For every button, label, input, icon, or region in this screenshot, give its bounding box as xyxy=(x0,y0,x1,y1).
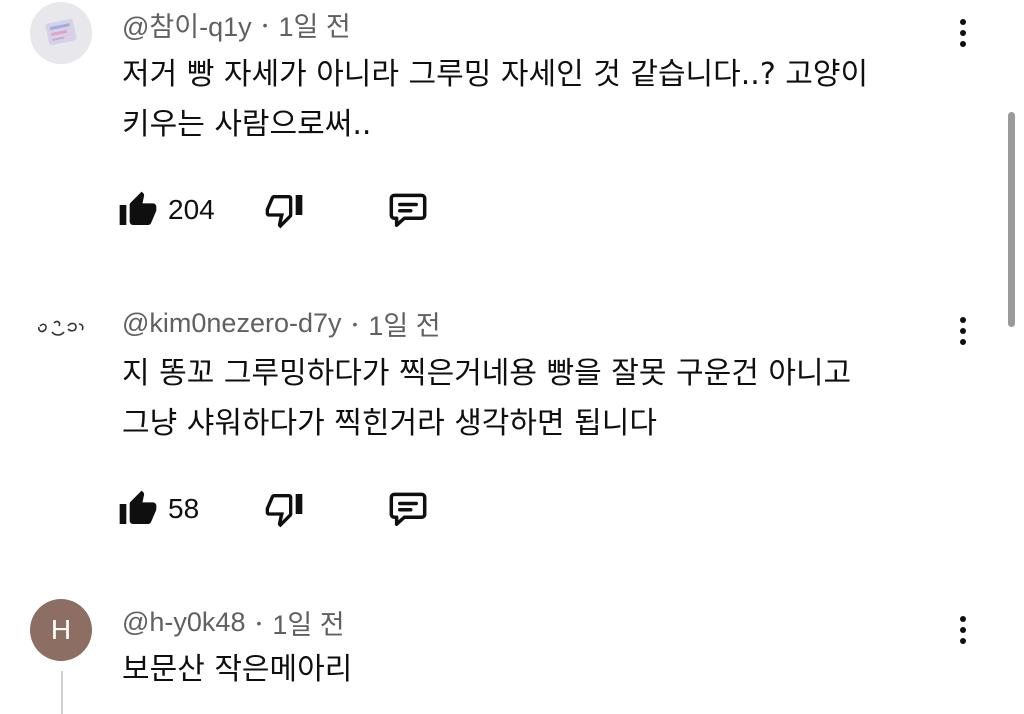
comment-meta: @kim0nezero-d7y • 1일 전 xyxy=(122,304,441,343)
scrollbar[interactable] xyxy=(1008,112,1015,327)
photo-avatar-icon xyxy=(30,2,92,64)
reply-thread-line xyxy=(61,671,63,714)
avatar[interactable] xyxy=(30,2,92,64)
comment-text-line: 키우는 사람으로써.. xyxy=(122,107,372,142)
avatar[interactable] xyxy=(30,299,92,361)
like-button[interactable]: 204 xyxy=(118,185,215,235)
like-count: 204 xyxy=(168,194,215,225)
comment-time: 1일 전 xyxy=(272,610,345,640)
sketch-face-avatar-icon xyxy=(38,320,84,336)
like-count: 58 xyxy=(168,493,200,524)
thumbs-down-icon xyxy=(265,494,303,528)
reply-comment-icon xyxy=(389,492,427,526)
more-vert-icon[interactable] xyxy=(950,610,976,650)
avatar-letter: H xyxy=(50,614,72,645)
thumbs-up-icon xyxy=(119,191,157,225)
comment-text: 저거 빵 자세가 아니라 그루밍 자세인 것 같습니다..? 고양이 키우는 사… xyxy=(122,50,962,150)
author-handle[interactable]: @h-y0k48 xyxy=(122,607,245,638)
comment-meta: @참이-q1y • 1일 전 xyxy=(122,5,351,44)
separator-dot: • xyxy=(352,315,358,332)
more-vert-icon[interactable] xyxy=(950,13,976,53)
more-vert-icon[interactable] xyxy=(950,311,976,351)
separator-dot: • xyxy=(256,614,262,631)
comment-actions: 58 xyxy=(118,484,458,534)
dislike-button[interactable] xyxy=(264,185,304,235)
comment-text: 지 똥꼬 그루밍하다가 찍은거네용 빵을 잘못 구운건 아니고 그냥 샤워하다가… xyxy=(122,349,962,449)
comment-text: 보문산 작은메아리 xyxy=(122,645,962,695)
comment-actions: 204 xyxy=(118,185,458,235)
author-handle[interactable]: @참이-q1y xyxy=(122,5,252,44)
reply-button[interactable] xyxy=(386,185,430,235)
like-button[interactable]: 58 xyxy=(118,484,199,534)
comment-text-line: 그냥 샤워하다가 찍힌거라 생각하면 됩니다 xyxy=(122,406,657,441)
reply-comment-icon xyxy=(389,193,427,227)
author-handle[interactable]: @kim0nezero-d7y xyxy=(122,308,342,339)
avatar[interactable]: H xyxy=(30,599,92,661)
comment-time: 1일 전 xyxy=(368,311,441,341)
dislike-button[interactable] xyxy=(264,484,304,534)
comment-text-line: 저거 빵 자세가 아니라 그루밍 자세인 것 같습니다..? 고양이 xyxy=(122,57,869,92)
thumbs-down-icon xyxy=(265,195,303,229)
comment-text-line: 지 똥꼬 그루밍하다가 찍은거네용 빵을 잘못 구운건 아니고 xyxy=(122,356,852,391)
comment-text-line: 보문산 작은메아리 xyxy=(122,652,353,687)
reply-button[interactable] xyxy=(386,484,430,534)
comment-time: 1일 전 xyxy=(278,12,351,42)
separator-dot: • xyxy=(262,16,268,33)
comment-meta: @h-y0k48 • 1일 전 xyxy=(122,603,345,642)
thumbs-up-icon xyxy=(119,490,157,524)
